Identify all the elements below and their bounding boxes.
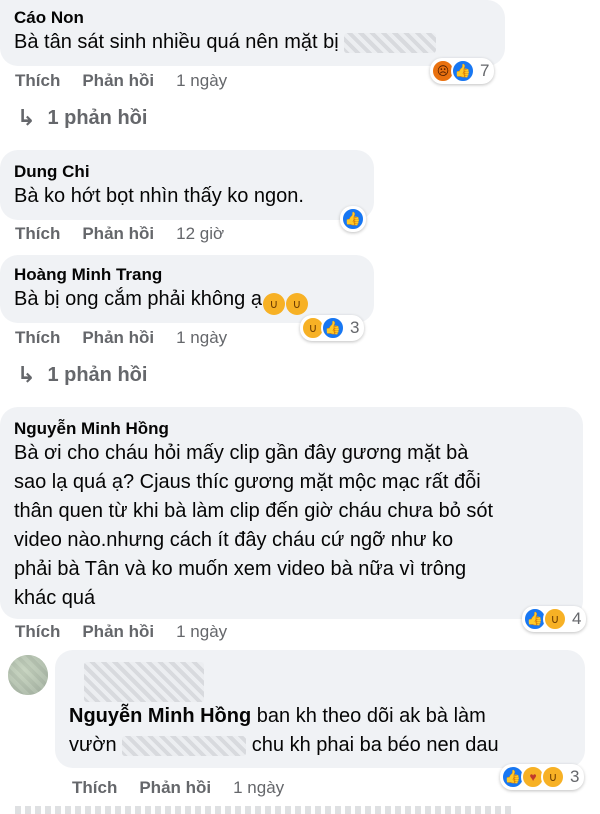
redacted-text — [344, 32, 437, 53]
comment-actions: Thích Phản hồi 1 ngày — [15, 328, 227, 348]
reply-actions: Thích Phản hồi 1 ngày — [72, 778, 284, 798]
like-icon: 👍 — [341, 207, 365, 231]
reply-button[interactable]: Phản hồi — [82, 224, 154, 244]
comment-bubble: Dung Chi Bà ko hớt bọt nhìn thấy ko ngon… — [0, 150, 374, 220]
like-button[interactable]: Thích — [15, 224, 60, 244]
comment-text-line: thân quen từ khi bà làm clip đến giờ chá… — [14, 500, 494, 522]
truncated-next-line — [15, 806, 515, 814]
comment-actions: Thích Phản hồi 1 ngày — [15, 622, 227, 642]
reply-bubble: Nguyễn Minh Hồng ban kh theo dõi ak bà l… — [55, 650, 585, 768]
comment-timestamp[interactable]: 1 ngày — [176, 71, 227, 91]
comment-author[interactable]: Nguyễn Minh Hồng — [14, 419, 569, 439]
like-icon: 👍 — [451, 59, 475, 83]
reaction-summary[interactable]: ☹ 👍 7 — [430, 58, 495, 84]
reaction-count: 4 — [572, 609, 582, 628]
comment-author[interactable]: Hoàng Minh Trang — [14, 265, 360, 285]
reply-arrow-icon: ↳ — [17, 105, 36, 130]
reply-button[interactable]: Phản hồi — [82, 622, 154, 642]
haha-icon: ∪ — [543, 607, 567, 631]
comment-author[interactable]: Cáo Non — [14, 8, 491, 28]
reaction-summary[interactable]: ∪ 👍 3 — [300, 315, 365, 341]
reaction-count: 7 — [480, 61, 490, 80]
redacted-text — [122, 735, 247, 756]
like-button[interactable]: Thích — [15, 71, 60, 91]
reaction-count: 3 — [570, 767, 580, 786]
view-replies-link[interactable]: ↳ 1 phản hồi — [17, 362, 147, 388]
comment-timestamp[interactable]: 12 giờ — [176, 224, 224, 244]
comment-text: Bà ko hớt bọt nhìn thấy ko ngon. — [14, 185, 304, 207]
comment-actions: Thích Phản hồi 1 ngày — [15, 71, 227, 91]
comment-timestamp[interactable]: 1 ngày — [176, 328, 227, 348]
like-icon: 👍 — [321, 316, 345, 340]
comment-bubble: Nguyễn Minh Hồng Bà ơi cho cháu hỏi mấy … — [0, 407, 583, 619]
reply-button[interactable]: Phản hồi — [82, 328, 154, 348]
haha-icon: ∪ — [541, 765, 565, 789]
comment-text-line: video nào.nhưng cách ít đây cháu cứ ngỡ … — [14, 529, 454, 551]
comment-text-line: Bà ơi cho cháu hỏi mấy clip gần đây gươn… — [14, 442, 469, 464]
like-button[interactable]: Thích — [15, 622, 60, 642]
reply-button[interactable]: Phản hồi — [82, 71, 154, 91]
view-replies-label: 1 phản hồi — [47, 363, 148, 386]
view-replies-label: 1 phản hồi — [47, 106, 148, 129]
redacted-author — [84, 662, 204, 702]
reply-text-line: Nguyễn Minh Hồng ban kh theo dõi ak bà l… — [69, 705, 486, 727]
reaction-summary[interactable]: 👍 ♥ ∪ 3 — [500, 764, 585, 790]
reaction-count: 3 — [350, 318, 360, 337]
comment-bubble: Hoàng Minh Trang Bà bị ong cắm phải khôn… — [0, 255, 374, 323]
like-button[interactable]: Thích — [72, 778, 117, 798]
avatar[interactable] — [8, 655, 48, 695]
reply-timestamp[interactable]: 1 ngày — [233, 778, 284, 798]
mention-link[interactable]: Nguyễn Minh Hồng — [69, 705, 251, 727]
comment-text: Bà tân sát sinh nhiều quá nên mặt bị — [14, 28, 491, 57]
reply-arrow-icon: ↳ — [17, 362, 36, 387]
laughing-emoji-icon: ∪ — [262, 293, 285, 315]
redacted-avatar — [8, 655, 48, 695]
comment-text-line: phải bà Tân và ko muốn xem video bà nữa … — [14, 558, 467, 580]
comment-timestamp[interactable]: 1 ngày — [176, 622, 227, 642]
reaction-summary[interactable]: 👍 ∪ 4 — [522, 606, 587, 632]
comment-actions: Thích Phản hồi 12 giờ — [15, 224, 224, 244]
comment-text-line: sao lạ quá ạ? Cjaus thíc gương mặt mộc m… — [14, 471, 481, 493]
comment-author[interactable]: Dung Chi — [14, 162, 360, 182]
reply-text-line: vườn chu kh phai ba béo nen dau — [69, 734, 499, 756]
like-button[interactable]: Thích — [15, 328, 60, 348]
laughing-emoji-icon: ∪ — [285, 293, 308, 315]
comment-text-line: khác quá — [14, 587, 96, 609]
comment-text: Bà bị ong cắm phải không ạ ∪ ∪ — [14, 285, 360, 315]
comment-bubble: Cáo Non Bà tân sát sinh nhiều quá nên mặ… — [0, 0, 505, 66]
reaction-summary[interactable]: 👍 — [340, 206, 366, 232]
reply-button[interactable]: Phản hồi — [139, 778, 211, 798]
view-replies-link[interactable]: ↳ 1 phản hồi — [17, 105, 147, 131]
